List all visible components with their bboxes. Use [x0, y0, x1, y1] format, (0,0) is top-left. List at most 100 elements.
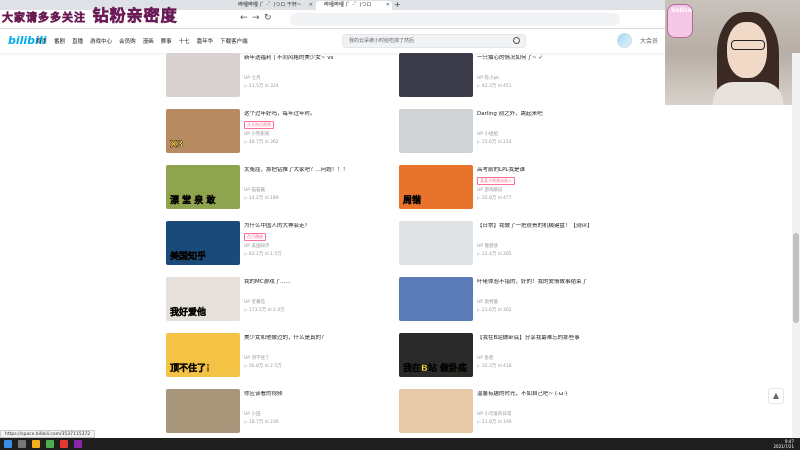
- browser-tab-active[interactable]: 哔哩哔哩 (゜-゜)つロ ✕: [316, 1, 392, 10]
- uploader-name[interactable]: UP 顶不住了: [244, 355, 269, 361]
- video-stats: ▷ 35.8万 ⊡ 477: [477, 196, 512, 201]
- video-thumbnail[interactable]: 我在B站 做卧底: [399, 333, 473, 377]
- uploader-name[interactable]: UP 老番茄: [244, 299, 265, 305]
- url-input[interactable]: [290, 13, 620, 26]
- menu-item-game-center[interactable]: 游戏中心: [90, 37, 112, 45]
- video-title[interactable]: 高考前的LPL我是谁: [477, 167, 619, 174]
- status-url: https://space.bilibili.com/3537115372: [0, 430, 96, 438]
- video-card[interactable]: 我在B站 做卧底 【我在B站做卧底】分享我最难忘的那些事 UP 卧底 ▷ 32.3万 …: [399, 333, 619, 381]
- video-title[interactable]: 你应该看的视频: [244, 391, 386, 398]
- close-icon[interactable]: ✕: [386, 1, 390, 10]
- thumbnail-caption: 漂 堂 泉 敢: [170, 196, 216, 206]
- reload-icon[interactable]: ↻: [264, 13, 272, 23]
- start-icon[interactable]: [4, 440, 12, 448]
- video-thumbnail[interactable]: 我好爱他: [166, 277, 240, 321]
- uploader-name[interactable]: UP 小熊影视: [244, 131, 269, 137]
- menu-item-17[interactable]: 十七: [179, 37, 190, 45]
- video-title[interactable]: 这个过年好吗，每年过年时。: [244, 111, 386, 118]
- video-card[interactable]: 你应该看的视频 UP 小田 ▷ 18.7万 ⊡ 236: [166, 389, 386, 437]
- video-title[interactable]: 太冤屈，那把钻推了大家吧？...问题！！！: [244, 167, 386, 174]
- forward-icon[interactable]: →: [252, 13, 260, 23]
- new-tab-button[interactable]: +: [394, 0, 401, 10]
- video-card[interactable]: 我好爱他 我的MC游戏了...... UP 老番茄 ▷ 173.2万 ⊡ 2.4万: [166, 277, 386, 325]
- sticker-text: Sotico: [671, 7, 693, 14]
- video-card[interactable]: 温馨有趣的时光，不如自己吧~ (·ω·) UP 小可爱的日常 ▷ 11.8万 ⊡ 1…: [399, 389, 619, 437]
- menu-item-mall[interactable]: 会员购: [119, 37, 136, 45]
- video-thumbnail[interactable]: [166, 389, 240, 433]
- video-card[interactable]: 顶不住了! 美少女和他做过的，什么是真的？ UP 顶不住了 ▷ 56.8万 ⊡ 2.5…: [166, 333, 386, 381]
- uploader-name[interactable]: UP 猫猫酱: [244, 187, 265, 193]
- search-icon[interactable]: [18, 440, 26, 448]
- close-icon[interactable]: ✕: [309, 1, 313, 10]
- uploader-name[interactable]: UP 键盘侠: [477, 243, 498, 249]
- sticker-icon: Sotico: [667, 4, 693, 38]
- video-card[interactable]: 漂 堂 泉 敢 太冤屈，那把钻推了大家吧？...问题！！！ UP 猫猫酱 ▷ 14.2…: [166, 165, 386, 213]
- menu-item-carnival[interactable]: 嘉年华: [197, 37, 214, 45]
- video-card[interactable]: 周锴 高考前的LPL我是谁 某某子视频动画人 UP 游戏解说 ▷ 35.8万 ⊡ 477: [399, 165, 619, 213]
- browser-tab[interactable]: 哔哩哔哩 (゜-゜)つロ 干杯~ ✕: [230, 1, 315, 10]
- video-thumbnail[interactable]: [399, 53, 473, 97]
- menu-item-download[interactable]: 下载客户端: [220, 37, 248, 45]
- chrome-icon[interactable]: [46, 440, 54, 448]
- video-title[interactable]: 【我在B站做卧底】分享我最难忘的那些事: [477, 335, 619, 342]
- video-card[interactable]: 【日常】我做了一把很贵的机械键盘！【测评】 UP 键盘侠 ▷ 12.4万 ⊡ 205: [399, 221, 619, 269]
- back-to-top-button[interactable]: ▲: [768, 388, 784, 404]
- video-title[interactable]: Darling 别之外，跳起来吧: [477, 111, 619, 118]
- video-thumbnail[interactable]: 顶不住了!: [166, 333, 240, 377]
- scrollbar-thumb[interactable]: [793, 233, 799, 323]
- video-card[interactable]: 叶佬体验不错的，好的！我的爱情故事结束了 UP 奥特曼 ▷ 21.6万 ⊡ 302: [399, 277, 619, 325]
- video-thumbnail[interactable]: X3: [166, 109, 240, 153]
- video-card[interactable]: Darling 别之外，跳起来吧 UP 小姐姐 ▷ 15.6万 ⊡ 214: [399, 109, 619, 157]
- video-title[interactable]: 叶佬体验不错的，好的！我的爱情故事结束了: [477, 279, 619, 286]
- video-thumbnail[interactable]: [399, 109, 473, 153]
- video-title[interactable]: 一只猫心的情况如何了~ ✓: [477, 55, 619, 62]
- video-stats: ▷ 56.8万 ⊡ 2.5万: [244, 364, 282, 369]
- video-stats: ▷ 48.7万 ⊡ 362: [244, 140, 279, 145]
- video-card[interactable]: X3 这个过年好吗，每年过年时。 天天热点视频 UP 小熊影视 ▷ 48.7万 ⊡ 36…: [166, 109, 386, 157]
- menu-item-match[interactable]: 赛事: [161, 37, 172, 45]
- video-title[interactable]: 我的MC游戏了......: [244, 279, 386, 286]
- search-icon[interactable]: [513, 37, 520, 44]
- page-scrollbar[interactable]: [792, 53, 800, 438]
- video-title[interactable]: 新年送福利 | 不同风格的美少女~ vs: [244, 55, 386, 62]
- video-stats: ▷ 18.7万 ⊡ 236: [244, 420, 279, 425]
- uploader-name[interactable]: UP 卧底: [477, 355, 493, 361]
- video-thumbnail[interactable]: 美国知乎: [166, 221, 240, 265]
- video-stats: ▷ 15.6万 ⊡ 214: [477, 140, 512, 145]
- search-input[interactable]: 我的云朵被小时给吃掉了然后: [342, 34, 526, 48]
- uploader-name[interactable]: UP 陈小pb: [477, 75, 499, 81]
- menu-item-live[interactable]: 直播: [72, 37, 83, 45]
- menu-item-home[interactable]: 首页: [36, 37, 47, 45]
- menu-item-anime[interactable]: 番剧: [54, 37, 65, 45]
- video-card[interactable]: 美国知乎 为什么中国人的大神会走？ 百万播放 UP 美国知乎 ▷ 82.1万 ⊡ 1.5…: [166, 221, 386, 269]
- uploader-name[interactable]: UP 七月: [244, 75, 260, 81]
- video-card[interactable]: 新年送福利 | 不同风格的美少女~ vs UP 七月 ▷ 11.5万 ⊡ 324: [166, 53, 386, 101]
- uploader-name[interactable]: UP 奥特曼: [477, 299, 498, 305]
- uploader-name[interactable]: UP 游戏解说: [477, 187, 502, 193]
- video-thumbnail[interactable]: 漂 堂 泉 敢: [166, 165, 240, 209]
- app-icon[interactable]: [60, 440, 68, 448]
- obs-icon[interactable]: [74, 440, 82, 448]
- video-thumbnail[interactable]: 周锴: [399, 165, 473, 209]
- back-icon[interactable]: ←: [240, 13, 248, 23]
- video-thumbnail[interactable]: [399, 277, 473, 321]
- uploader-name[interactable]: UP 小田: [244, 411, 260, 417]
- vip-icon[interactable]: 大会员: [640, 36, 658, 45]
- video-feed: 新年送福利 | 不同风格的美少女~ vs UP 七月 ▷ 11.5万 ⊡ 324 一只…: [0, 53, 800, 438]
- video-card[interactable]: 一只猫心的情况如何了~ ✓ UP 陈小pb ▷ 42.3万 ⊡ 451: [399, 53, 619, 101]
- os-taskbar: 9:47 2021/7/21: [0, 438, 800, 450]
- video-title[interactable]: 【日常】我做了一把很贵的机械键盘！【测评】: [477, 223, 619, 230]
- uploader-name[interactable]: UP 美国知乎: [244, 243, 269, 249]
- video-stats: ▷ 14.2万 ⊡ 189: [244, 196, 279, 201]
- folder-icon[interactable]: [32, 440, 40, 448]
- uploader-name[interactable]: UP 小姐姐: [477, 131, 498, 137]
- video-title[interactable]: 温馨有趣的时光，不如自己吧~ (·ω·): [477, 391, 619, 398]
- uploader-name[interactable]: UP 小可爱的日常: [477, 411, 511, 417]
- video-thumbnail[interactable]: [166, 53, 240, 97]
- video-thumbnail[interactable]: [399, 389, 473, 433]
- video-title[interactable]: 美少女和他做过的，什么是真的？: [244, 335, 386, 342]
- video-title[interactable]: 为什么中国人的大神会走？: [244, 223, 386, 230]
- video-thumbnail[interactable]: [399, 221, 473, 265]
- avatar[interactable]: [617, 33, 632, 48]
- menu-item-manga[interactable]: 漫画: [143, 37, 154, 45]
